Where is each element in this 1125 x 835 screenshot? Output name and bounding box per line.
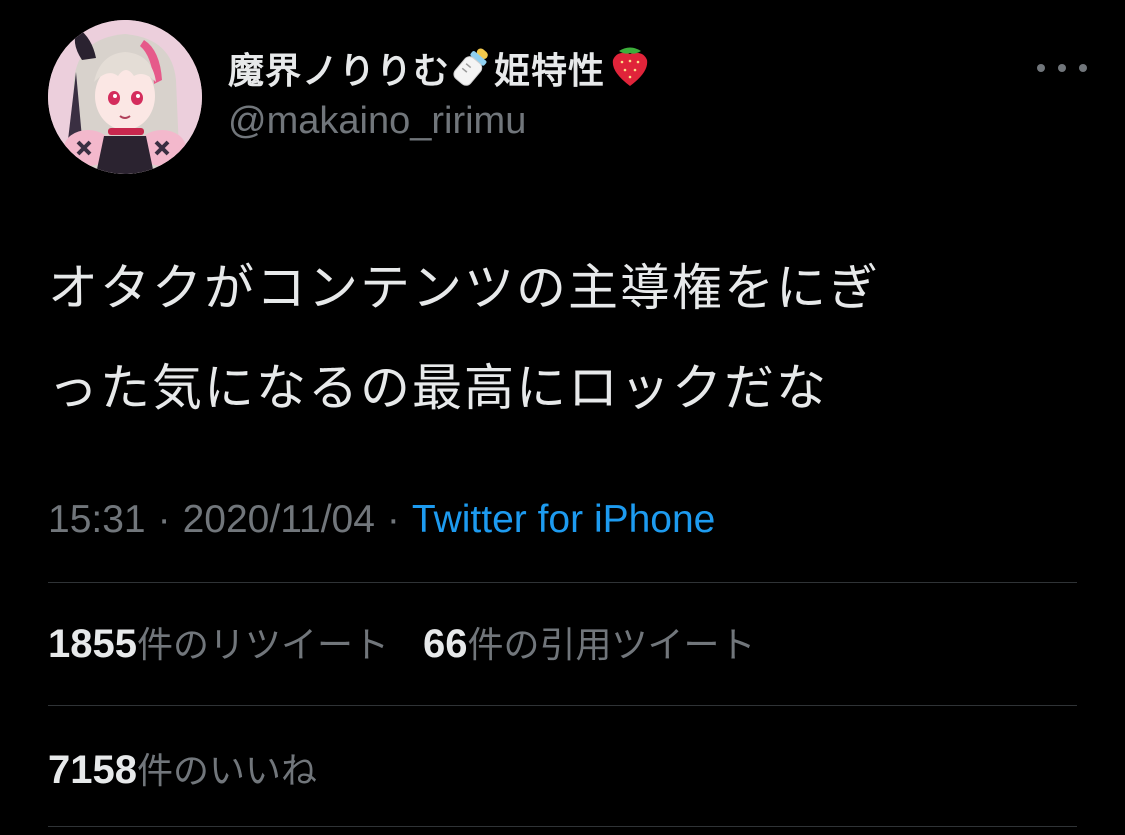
more-dot-icon — [1079, 64, 1087, 72]
tweet-time[interactable]: 15:31 — [48, 498, 146, 542]
baby-bottle-icon — [452, 44, 492, 92]
engagement-row: 1855 件のリツイート 66 件の引用ツイート — [48, 612, 790, 672]
likes-stat[interactable]: 7158 件のいいね — [48, 742, 317, 794]
more-dot-icon — [1058, 64, 1066, 72]
display-name-row[interactable]: 魔界ノりりむ 姫特性 — [228, 38, 655, 98]
tweet-text-line: った気になるの最高にロックだな — [48, 359, 828, 417]
divider — [48, 705, 1077, 706]
tweet-date[interactable]: 2020/11/04 — [183, 498, 375, 542]
more-options-button[interactable] — [1037, 55, 1087, 81]
tweet-text: オタクがコンテンツの主導権をにぎ った気になるの最高にロックだな — [48, 238, 1078, 438]
retweets-label: 件のリツイート — [136, 625, 389, 666]
tweet-text-line: オタクがコンテンツの主導権をにぎ — [48, 259, 880, 317]
user-handle[interactable]: @makaino_ririmu — [228, 100, 526, 143]
display-name-suffix: 姫特性 — [494, 51, 606, 92]
quotes-stat[interactable]: 66 件の引用ツイート — [423, 616, 756, 668]
display-name: 魔界ノりりむ — [228, 51, 451, 92]
strawberry-icon — [607, 42, 653, 94]
avatar[interactable] — [48, 20, 202, 174]
quotes-count: 66 — [423, 622, 468, 666]
meta-separator: · — [386, 498, 400, 541]
likes-row: 7158 件のいいね — [48, 738, 351, 798]
divider — [48, 582, 1077, 583]
tweet-meta: 15:31 · 2020/11/04 · Twitter for iPhone — [48, 492, 715, 548]
likes-count: 7158 — [48, 748, 137, 792]
retweets-stat[interactable]: 1855 件のリツイート — [48, 616, 389, 668]
tweet-source-link[interactable]: Twitter for iPhone — [412, 498, 715, 542]
quotes-label: 件の引用ツイート — [467, 625, 756, 666]
divider — [48, 826, 1077, 827]
avatar-image — [48, 20, 202, 174]
likes-label: 件のいいね — [136, 751, 317, 792]
more-dot-icon — [1037, 64, 1045, 72]
retweets-count: 1855 — [48, 622, 137, 666]
meta-separator: · — [157, 498, 171, 541]
